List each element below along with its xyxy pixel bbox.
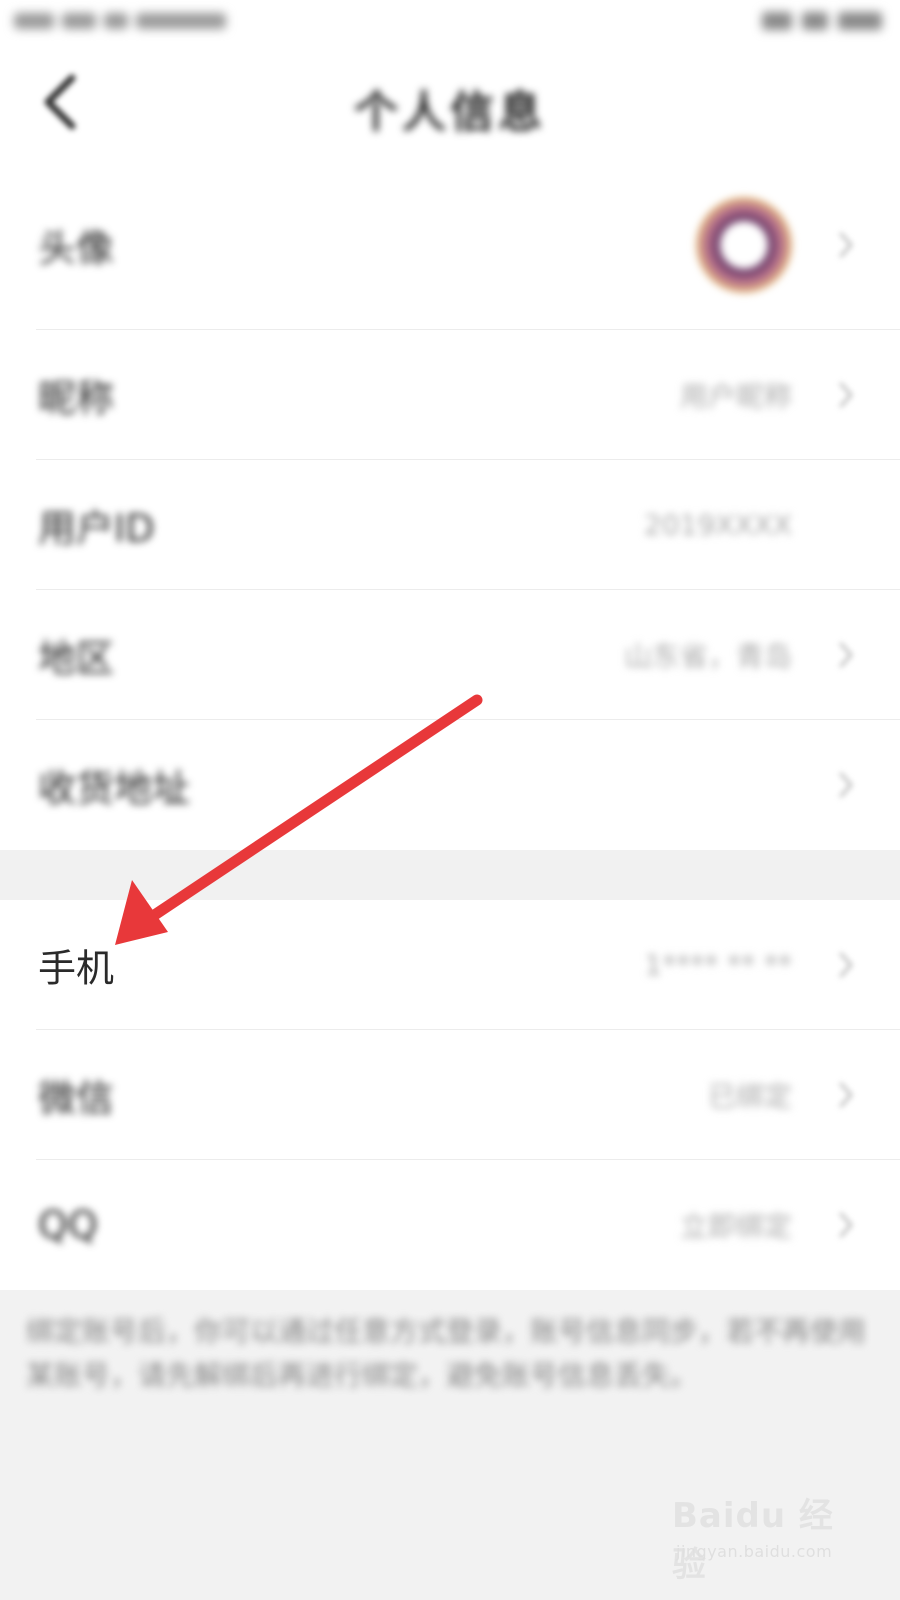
chevron-right-icon	[839, 642, 853, 668]
baidu-watermark: Baidu 经验 jingyan.baidu.com	[672, 1482, 852, 1585]
account-list: 手机 1**** ** ** 微信 已绑定 QQ 立即绑定	[0, 900, 900, 1290]
chevron-right-icon	[839, 382, 853, 408]
row-value: 1**** ** **	[644, 948, 792, 982]
chevron-right-icon	[839, 772, 853, 798]
row-phone[interactable]: 手机 1**** ** **	[0, 900, 900, 1030]
page-title: 个人信息	[354, 87, 546, 138]
footer-note: 绑定账号后，你可以通过任意方式登录，账号信息同步，若不再使用某账号，请先解绑后再…	[26, 1315, 867, 1392]
status-bar-left	[14, 8, 254, 34]
row-label: 用户ID	[38, 506, 155, 551]
status-bar-right	[732, 8, 882, 34]
row-wechat[interactable]: 微信 已绑定	[0, 1030, 900, 1160]
row-value: 用户昵称	[679, 380, 792, 413]
row-value: 2019XXXX	[644, 508, 792, 542]
row-value: 立即绑定	[679, 1210, 792, 1243]
row-address[interactable]: 收货地址	[0, 720, 900, 850]
row-label: 昵称	[38, 376, 115, 421]
watermark-brand: Baidu 经验	[672, 1496, 834, 1585]
row-label: 头像	[38, 226, 115, 271]
group-separator	[0, 850, 900, 900]
status-bar	[0, 0, 900, 44]
chevron-right-icon	[839, 952, 853, 978]
row-label: 地区	[38, 636, 115, 681]
screen: 个人信息 头像 昵称 用户昵称 用户ID 2019XXXX 地区 山东省，青岛	[0, 0, 900, 1600]
avatar	[696, 197, 792, 293]
row-avatar[interactable]: 头像	[0, 160, 900, 330]
row-nickname[interactable]: 昵称 用户昵称	[0, 330, 900, 460]
row-value: 山东省，青岛	[623, 640, 792, 673]
row-value: 已绑定	[707, 1080, 792, 1113]
row-label: 收货地址	[38, 766, 191, 811]
row-label: 手机	[38, 946, 115, 991]
chevron-right-icon	[839, 232, 853, 258]
watermark-url: jingyan.baidu.com	[676, 1542, 833, 1561]
chevron-right-icon	[839, 1082, 853, 1108]
chevron-right-icon	[839, 1212, 853, 1238]
row-label: QQ	[38, 1203, 98, 1247]
row-region[interactable]: 地区 山东省，青岛	[0, 590, 900, 720]
row-label: 微信	[38, 1076, 115, 1121]
profile-list: 头像 昵称 用户昵称 用户ID 2019XXXX 地区 山东省，青岛 收货地址	[0, 160, 900, 850]
row-user-id: 用户ID 2019XXXX	[0, 460, 900, 590]
header: 个人信息	[0, 44, 900, 160]
row-qq[interactable]: QQ 立即绑定	[0, 1160, 900, 1290]
